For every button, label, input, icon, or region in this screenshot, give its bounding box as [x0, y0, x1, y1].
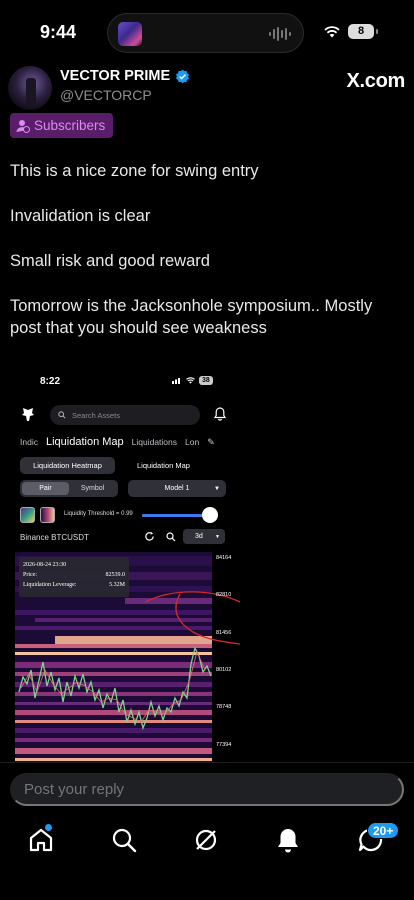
color-scheme-swatch-magma[interactable]: [40, 507, 55, 523]
segment-pair[interactable]: Pair: [22, 482, 69, 495]
tooltip-leverage-label: Liquidation Leverage:: [23, 582, 77, 588]
x-com-logo: X.com: [346, 70, 405, 92]
wifi-icon: [324, 25, 340, 37]
tooltip-leverage-value: 5.32M: [109, 582, 125, 588]
y-axis-tick: 84164: [216, 555, 232, 561]
author-name-row[interactable]: VECTOR PRIME: [60, 68, 190, 84]
pair-label: Binance BTCUSDT: [20, 533, 89, 542]
chevron-down-icon: ▼: [214, 485, 220, 492]
post-line: Small risk and good reward: [10, 252, 210, 270]
tooltip-price-value: 82539.0: [105, 572, 126, 578]
model-select-value: Model 1: [164, 485, 190, 492]
y-axis-tick: 81456: [216, 630, 232, 636]
threshold-slider-handle[interactable]: [202, 507, 218, 523]
bottom-nav: 20+: [0, 814, 414, 900]
subscribers-label: Subscribers: [34, 118, 106, 133]
avatar[interactable]: [8, 66, 52, 110]
verified-badge-icon: [176, 69, 190, 83]
search-icon[interactable]: [110, 826, 138, 854]
y-axis-tick: 77394: [216, 742, 232, 748]
messages-badge: 20+: [367, 822, 400, 839]
home-icon[interactable]: [27, 826, 55, 854]
tab-liquidations[interactable]: Liquidations: [132, 437, 177, 447]
color-scheme-swatch-viridis[interactable]: [20, 507, 35, 523]
embed-status-time: 8:22: [40, 376, 61, 387]
embed-signal-icon: [172, 378, 180, 384]
threshold-label: Liquidity Threshold = 0.99: [64, 511, 133, 517]
refresh-icon[interactable]: [144, 531, 155, 542]
tooltip-price-label: Price:: [23, 572, 37, 578]
status-icons: 8: [324, 24, 378, 39]
reply-bar: [0, 762, 414, 814]
chevron-down-icon: ▼: [215, 533, 220, 540]
y-axis-tick: 78748: [216, 704, 232, 710]
liquidation-heatmap-button[interactable]: Liquidation Heatmap: [20, 457, 115, 474]
tooltip-leverage-row: Liquidation Leverage: 5.32M: [23, 580, 125, 590]
embed-search-placeholder: Search Assets: [72, 410, 120, 420]
home-unread-dot: [45, 824, 52, 831]
post-author: VECTOR PRIME @VECTORCP X.com: [8, 66, 406, 110]
now-playing-artwork: [118, 22, 142, 46]
y-axis-tick: 80102: [216, 667, 232, 673]
model-select[interactable]: Model 1 ▼: [128, 480, 226, 497]
subscribers-badge: Subscribers: [10, 113, 114, 138]
app-logo-icon: [22, 408, 34, 421]
post-line: Tomorrow is the Jacksonhole symposium.. …: [10, 297, 373, 337]
subscriber-user-icon: [16, 119, 30, 133]
reply-input[interactable]: [10, 773, 404, 806]
status-bar: 9:44 8: [0, 0, 414, 66]
pair-symbol-toggle: Pair Symbol: [20, 480, 118, 497]
price-tooltip: 2026-08-24 23:30 Price: 82539.0 Liquidat…: [19, 557, 129, 597]
tab-liquidation-map[interactable]: Liquidation Map: [46, 436, 124, 448]
tab-long[interactable]: Lon: [185, 437, 199, 447]
embedded-screenshot[interactable]: 8:22 38 Search Assets Indic Liquidation …: [0, 352, 414, 770]
tooltip-date: 2026-08-24 23:30: [23, 562, 67, 568]
embed-status-icons: 38: [172, 376, 213, 385]
battery-icon: 8: [348, 24, 378, 39]
notifications-bell-icon[interactable]: [274, 826, 302, 854]
dynamic-island[interactable]: [107, 13, 304, 53]
liquidation-map-button[interactable]: Liquidation Map: [126, 457, 201, 474]
zoom-icon[interactable]: [166, 532, 176, 542]
post-line: This is a nice zone for swing entry: [10, 162, 259, 180]
embed-search-bar[interactable]: Search Assets: [50, 405, 200, 425]
audio-wave-icon: [269, 27, 291, 41]
search-icon: [58, 411, 66, 419]
edit-tabs-icon[interactable]: ✎: [207, 437, 215, 448]
embed-tab-bar: Indic Liquidation Map Liquidations Lon ✎: [20, 436, 230, 448]
tab-indicators[interactable]: Indic: [20, 437, 38, 447]
embed-battery-icon: 38: [199, 376, 213, 385]
bell-icon[interactable]: [214, 407, 226, 421]
status-time: 9:44: [40, 22, 77, 42]
segment-symbol[interactable]: Symbol: [69, 482, 116, 495]
author-handle[interactable]: @VECTORCP: [60, 87, 152, 103]
grok-icon[interactable]: [192, 826, 220, 854]
embed-wifi-icon: [186, 377, 195, 384]
post-text: This is a nice zone for swing entry Inva…: [10, 160, 406, 362]
author-name: VECTOR PRIME: [60, 68, 171, 84]
time-range-select[interactable]: 3d ▼: [183, 529, 225, 544]
post-line: Invalidation is clear: [10, 207, 151, 225]
time-range-value: 3d: [195, 533, 203, 540]
y-axis-tick: 82810: [216, 592, 232, 598]
tooltip-price-row: Price: 82539.0: [23, 570, 125, 580]
